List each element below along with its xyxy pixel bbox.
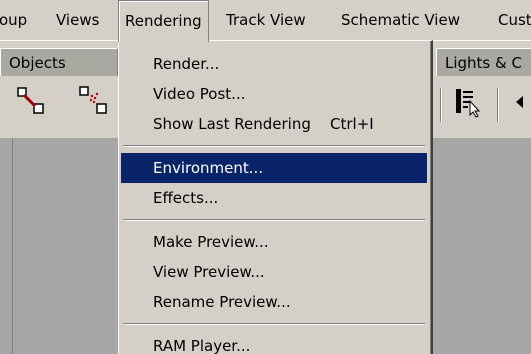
menu-item-label: Environment... [153, 159, 264, 177]
menu-item-label: Render... [153, 55, 220, 73]
menu-item-ram-player[interactable]: RAM Player... [121, 331, 427, 354]
arrow-left-icon[interactable] [513, 94, 527, 110]
menu-item-label: Video Post... [153, 85, 246, 103]
menu-item-effects[interactable]: Effects... [121, 183, 427, 213]
menu-views[interactable]: Views [50, 0, 105, 40]
link-icon[interactable] [16, 86, 46, 116]
menu-item-rename-preview[interactable]: Rename Preview... [121, 287, 427, 317]
rendering-menu: Render... Video Post... Show Last Render… [118, 40, 433, 354]
menu-separator [123, 145, 425, 147]
toolbar-separator [440, 88, 441, 122]
menu-item-render[interactable]: Render... [121, 49, 427, 79]
menu-item-label: Show Last Rendering [153, 115, 311, 133]
menu-item-label: Rename Preview... [153, 293, 291, 311]
menu-item-label: Effects... [153, 189, 219, 207]
menu-schematic-view[interactable]: Schematic View [335, 0, 466, 40]
menu-group[interactable]: oup [0, 0, 33, 40]
menu-bar: oup Views Rendering Track View Schematic… [0, 0, 531, 42]
menu-item-label: RAM Player... [153, 337, 251, 354]
menu-item-show-last-rendering[interactable]: Show Last Rendering Ctrl+I [121, 109, 427, 139]
menu-item-video-post[interactable]: Video Post... [121, 79, 427, 109]
tab-lights-cameras[interactable]: Lights & C [436, 48, 531, 77]
menu-rendering[interactable]: Rendering [118, 0, 209, 42]
viewport-left-edge [0, 138, 13, 354]
unlink-icon[interactable] [77, 84, 109, 116]
menu-separator [123, 323, 425, 325]
menu-item-label: View Preview... [153, 263, 265, 281]
tab-objects[interactable]: Objects [0, 48, 118, 77]
menu-customize[interactable]: Cust [492, 0, 531, 40]
toolbar-separator [497, 88, 498, 122]
menu-item-view-preview[interactable]: View Preview... [121, 257, 427, 287]
menu-item-environment[interactable]: Environment... [121, 153, 427, 183]
menu-track-view[interactable]: Track View [220, 0, 312, 40]
menu-item-shortcut: Ctrl+I [330, 115, 374, 133]
menu-item-label: Make Preview... [153, 233, 269, 251]
select-list-icon[interactable] [453, 86, 483, 118]
app-window: oup Views Rendering Track View Schematic… [0, 0, 531, 354]
menu-item-make-preview[interactable]: Make Preview... [121, 227, 427, 257]
menu-separator [123, 219, 425, 221]
